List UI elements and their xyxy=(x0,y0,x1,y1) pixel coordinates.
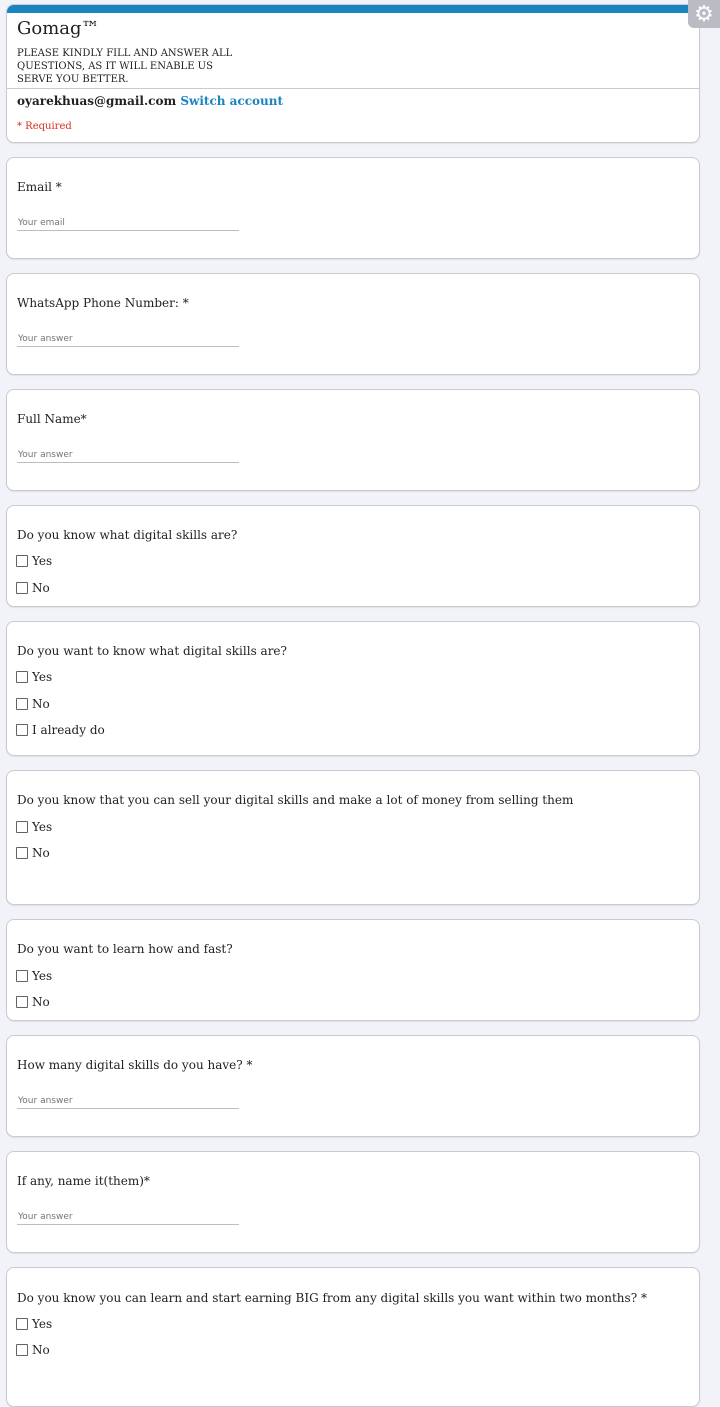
question-label: Email * xyxy=(17,180,62,194)
option-label: No xyxy=(32,995,50,1009)
checkbox-option-already[interactable]: I already do xyxy=(16,722,105,738)
option-label: No xyxy=(32,697,50,711)
gear-icon[interactable]: ⚙ xyxy=(688,0,720,28)
checkbox-option-no[interactable]: No xyxy=(16,845,50,861)
option-label: No xyxy=(32,846,50,860)
question-label: Full Name* xyxy=(17,412,87,426)
checkbox-option-yes[interactable]: Yes xyxy=(16,553,52,569)
option-label: Yes xyxy=(32,1317,53,1331)
question-card-know-digital: Do you know what digital skills are? Yes… xyxy=(6,505,700,607)
question-card-want-know: Do you want to know what digital skills … xyxy=(6,621,700,756)
question-card-full-name: Full Name* Your answer xyxy=(6,389,700,491)
option-label: Yes xyxy=(32,969,53,983)
option-label: Yes xyxy=(32,670,53,684)
required-note: * Required xyxy=(17,121,72,132)
name-them-input[interactable]: Your answer xyxy=(17,1211,239,1225)
question-card-email: Email * Your email xyxy=(6,157,700,259)
question-label: How many digital skills do you have? * xyxy=(17,1058,253,1072)
question-label: If any, name it(them)* xyxy=(17,1174,150,1188)
whatsapp-input[interactable]: Your answer xyxy=(17,333,239,347)
header-accent-bar xyxy=(7,5,699,13)
option-label: Yes xyxy=(32,820,53,834)
question-card-earn-big: Do you know you can learn and start earn… xyxy=(6,1267,700,1407)
question-card-sell-skills: Do you know that you can sell your digit… xyxy=(6,770,700,905)
full-name-input[interactable]: Your answer xyxy=(17,449,239,463)
checkbox-option-yes[interactable]: Yes xyxy=(16,669,52,685)
checkbox-option-no[interactable]: No xyxy=(16,994,50,1010)
question-card-whatsapp: WhatsApp Phone Number: * Your answer xyxy=(6,273,700,375)
option-label: Yes xyxy=(32,554,53,568)
checkbox[interactable] xyxy=(16,847,28,859)
checkbox-option-no[interactable]: No xyxy=(16,1342,50,1358)
question-card-learn-fast: Do you want to learn how and fast? Yes N… xyxy=(6,919,700,1021)
how-many-input[interactable]: Your answer xyxy=(17,1095,239,1109)
checkbox[interactable] xyxy=(16,970,28,982)
form-title: Gomag™ xyxy=(17,18,100,39)
question-label: Do you want to learn how and fast? xyxy=(17,942,233,956)
checkbox[interactable] xyxy=(16,582,28,594)
question-label: Do you want to know what digital skills … xyxy=(17,644,287,658)
checkbox[interactable] xyxy=(16,821,28,833)
checkbox[interactable] xyxy=(16,1318,28,1330)
question-card-name-them: If any, name it(them)* Your answer xyxy=(6,1151,700,1253)
question-label: Do you know you can learn and start earn… xyxy=(17,1291,647,1305)
switch-account-link[interactable]: Switch account xyxy=(180,94,283,108)
form-description: PLEASE KINDLY FILL AND ANSWER ALL QUESTI… xyxy=(17,48,233,85)
checkbox[interactable] xyxy=(16,555,28,567)
option-label: No xyxy=(32,581,50,595)
question-label: Do you know what digital skills are? xyxy=(17,528,238,542)
checkbox-option-yes[interactable]: Yes xyxy=(16,968,52,984)
checkbox-option-yes[interactable]: Yes xyxy=(16,819,52,835)
account-row: oyarekhuas@gmail.com Switch account xyxy=(17,94,283,108)
question-label: WhatsApp Phone Number: * xyxy=(17,296,189,310)
checkbox-option-no[interactable]: No xyxy=(16,580,50,596)
option-label: I already do xyxy=(32,723,105,737)
checkbox-option-no[interactable]: No xyxy=(16,696,50,712)
header-divider xyxy=(7,88,699,89)
form-header-card: Gomag™ PLEASE KINDLY FILL AND ANSWER ALL… xyxy=(6,4,700,143)
checkbox[interactable] xyxy=(16,996,28,1008)
account-email: oyarekhuas@gmail.com xyxy=(17,94,177,108)
question-card-how-many: How many digital skills do you have? * Y… xyxy=(6,1035,700,1137)
question-label: Do you know that you can sell your digit… xyxy=(17,793,574,807)
option-label: No xyxy=(32,1343,50,1357)
checkbox[interactable] xyxy=(16,698,28,710)
checkbox-option-yes[interactable]: Yes xyxy=(16,1316,52,1332)
checkbox[interactable] xyxy=(16,1344,28,1356)
email-input[interactable]: Your email xyxy=(17,217,239,231)
checkbox[interactable] xyxy=(16,724,28,736)
checkbox[interactable] xyxy=(16,671,28,683)
